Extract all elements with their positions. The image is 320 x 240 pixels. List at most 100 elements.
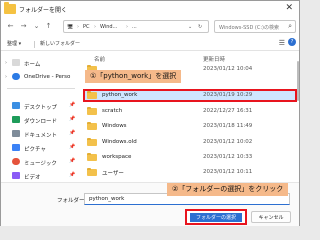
folder-field-label: フォルダー: [57,198,87,204]
folder-name-value: python_work [89,196,125,202]
sidebar-item-downloads[interactable]: ダウンロード 📌 [1,114,79,126]
sidebar-item-label: OneDrive - Perso [24,74,71,80]
window-title: フォルダーを開く [19,7,68,14]
modified-date: 2023/01/12 10:02 [203,139,253,145]
select-folder-button[interactable]: フォルダーの選択 [190,213,242,222]
cancel-button[interactable]: キャンセル [251,211,291,223]
cancel-button-label: キャンセル [258,215,284,221]
folder-icon [87,90,97,99]
folder-icon [87,137,97,146]
up-arrow-icon[interactable]: ↑ [43,20,54,32]
folder-name: ユーザー [102,171,124,177]
address-dropdown-icon[interactable]: ⌄ [188,24,192,30]
view-options-icon[interactable]: ☰ [279,39,285,47]
folder-name: Windows.old [102,139,137,145]
folder-icon [87,121,97,130]
pin-icon: 📌 [69,116,76,122]
modified-date: 2023/01/18 11:49 [203,123,253,129]
sidebar-item-label: ドキュメント [24,133,58,139]
sidebar-item-music[interactable]: ミュージック 📌 [1,156,79,168]
desktop-icon [12,102,20,109]
forward-arrow-icon[interactable]: → [18,20,29,32]
folder-icon [87,152,97,161]
command-toolbar: 整理 ▾ 新しいフォルダー ☰ ? [1,37,299,51]
download-icon [12,116,20,123]
table-row-selected[interactable]: python_work 2023/01/19 10:29 [83,89,297,102]
open-folder-dialog: フォルダーを開く ✕ ← → ⌄ ↑ 🖥 › PC › Wind... › ..… [0,0,300,226]
new-folder-button[interactable]: 新しいフォルダー [40,40,80,47]
folder-icon [87,106,97,115]
table-row[interactable]: workspace 2023/01/12 10:33 [83,151,297,164]
address-row: ← → ⌄ ↑ 🖥 › PC › Wind... › ... ⌄ ↻ Windo… [1,18,299,36]
pin-icon: 📌 [69,102,76,108]
music-icon [12,158,20,165]
column-header-name[interactable]: 名前 [94,55,105,63]
computer-icon: 🖥 [67,24,74,30]
modified-date: 2023/01/19 10:29 [203,92,253,98]
close-icon[interactable]: ✕ [285,3,293,13]
sidebar-item-desktop[interactable]: デスクトップ 📌 [1,100,79,112]
search-input[interactable]: Windows-SSD (C:)の検索 ⌕ [214,20,296,33]
breadcrumb-separator: › [126,24,128,30]
modified-date: 2023/01/12 10:04 [203,66,253,72]
folder-name: python_work [102,92,138,98]
help-icon[interactable]: ? [288,38,296,46]
search-icon: ⌕ [288,22,292,30]
sidebar-item-label: デスクトップ [24,105,58,111]
sidebar-item-label: ミュージック [24,161,57,167]
table-row[interactable]: Windows 2023/01/18 11:49 [83,120,297,133]
sidebar-item-label: ビデオ [24,175,41,181]
folder-name: workspace [102,154,132,160]
pictures-icon [12,144,20,151]
expand-chevron-icon[interactable]: › [5,74,7,80]
modified-date: 2023/01/12 10:11 [203,169,253,175]
sidebar-item-label: ホーム [24,62,41,68]
sidebar-item-label: ピクチャ [24,147,46,153]
modified-date: 2023/01/12 10:33 [203,154,253,160]
pin-icon: 📌 [69,130,76,136]
sidebar-item-pictures[interactable]: ピクチャ 📌 [1,142,79,154]
home-icon [12,59,20,66]
column-header-modified[interactable]: 更新日時 [203,55,225,63]
back-arrow-icon[interactable]: ← [5,20,16,32]
toolbar-divider [34,41,35,48]
video-icon [12,172,20,179]
pin-icon: 📌 [69,172,76,178]
breadcrumb-ellipsis[interactable]: ... [132,24,137,30]
sidebar-divider [7,88,75,89]
sidebar-item-label: ダウンロード [24,119,58,125]
scrollbar-thumb[interactable] [297,61,299,101]
sidebar-item-onedrive[interactable]: › OneDrive - Perso [1,71,79,83]
navigation-pane: › ホーム › OneDrive - Perso デスクトップ 📌 ダウンロード… [1,52,79,182]
recent-locations-chevron-icon[interactable]: ⌄ [31,20,42,32]
organize-button[interactable]: 整理 ▾ [7,40,21,47]
address-bar[interactable]: 🖥 › PC › Wind... › ... ⌄ ↻ [63,20,209,33]
instruction-callout-step1: ①「python_work」を選択 [85,70,182,83]
table-row[interactable]: Windows.old 2023/01/12 10:02 [83,136,297,149]
breadcrumb-pc[interactable]: PC [83,24,90,30]
refresh-icon[interactable]: ↻ [198,24,202,30]
select-folder-button-highlight: フォルダーの選択 [185,209,247,225]
search-placeholder: Windows-SSD (C:)の検索 [219,25,279,31]
breadcrumb-windows-drive[interactable]: Wind... [100,24,117,30]
pin-icon: 📌 [69,144,76,150]
cloud-icon [12,73,20,80]
sidebar-item-videos[interactable]: ビデオ 📌 [1,170,79,182]
select-folder-button-label: フォルダーの選択 [195,215,236,221]
document-icon [12,130,20,137]
sidebar-item-home[interactable]: › ホーム [1,57,79,69]
instruction-callout-step2: ②「フォルダーの選択」をクリック [167,183,289,196]
folder-icon [87,167,97,176]
table-row[interactable]: ユーザー 2023/01/12 10:11 [83,166,297,179]
table-row[interactable]: scratch 2022/12/27 16:31 [83,105,297,118]
sidebar-item-documents[interactable]: ドキュメント 📌 [1,128,79,140]
folder-name: Windows [102,123,127,129]
title-bar: フォルダーを開く ✕ [1,1,299,18]
modified-date: 2022/12/27 16:31 [203,108,253,114]
folder-name: scratch [102,108,123,114]
breadcrumb-separator: › [94,24,96,30]
breadcrumb-separator: › [77,24,79,30]
folder-app-icon [4,2,16,14]
pin-icon: 📌 [69,158,76,164]
expand-chevron-icon[interactable]: › [5,60,7,66]
